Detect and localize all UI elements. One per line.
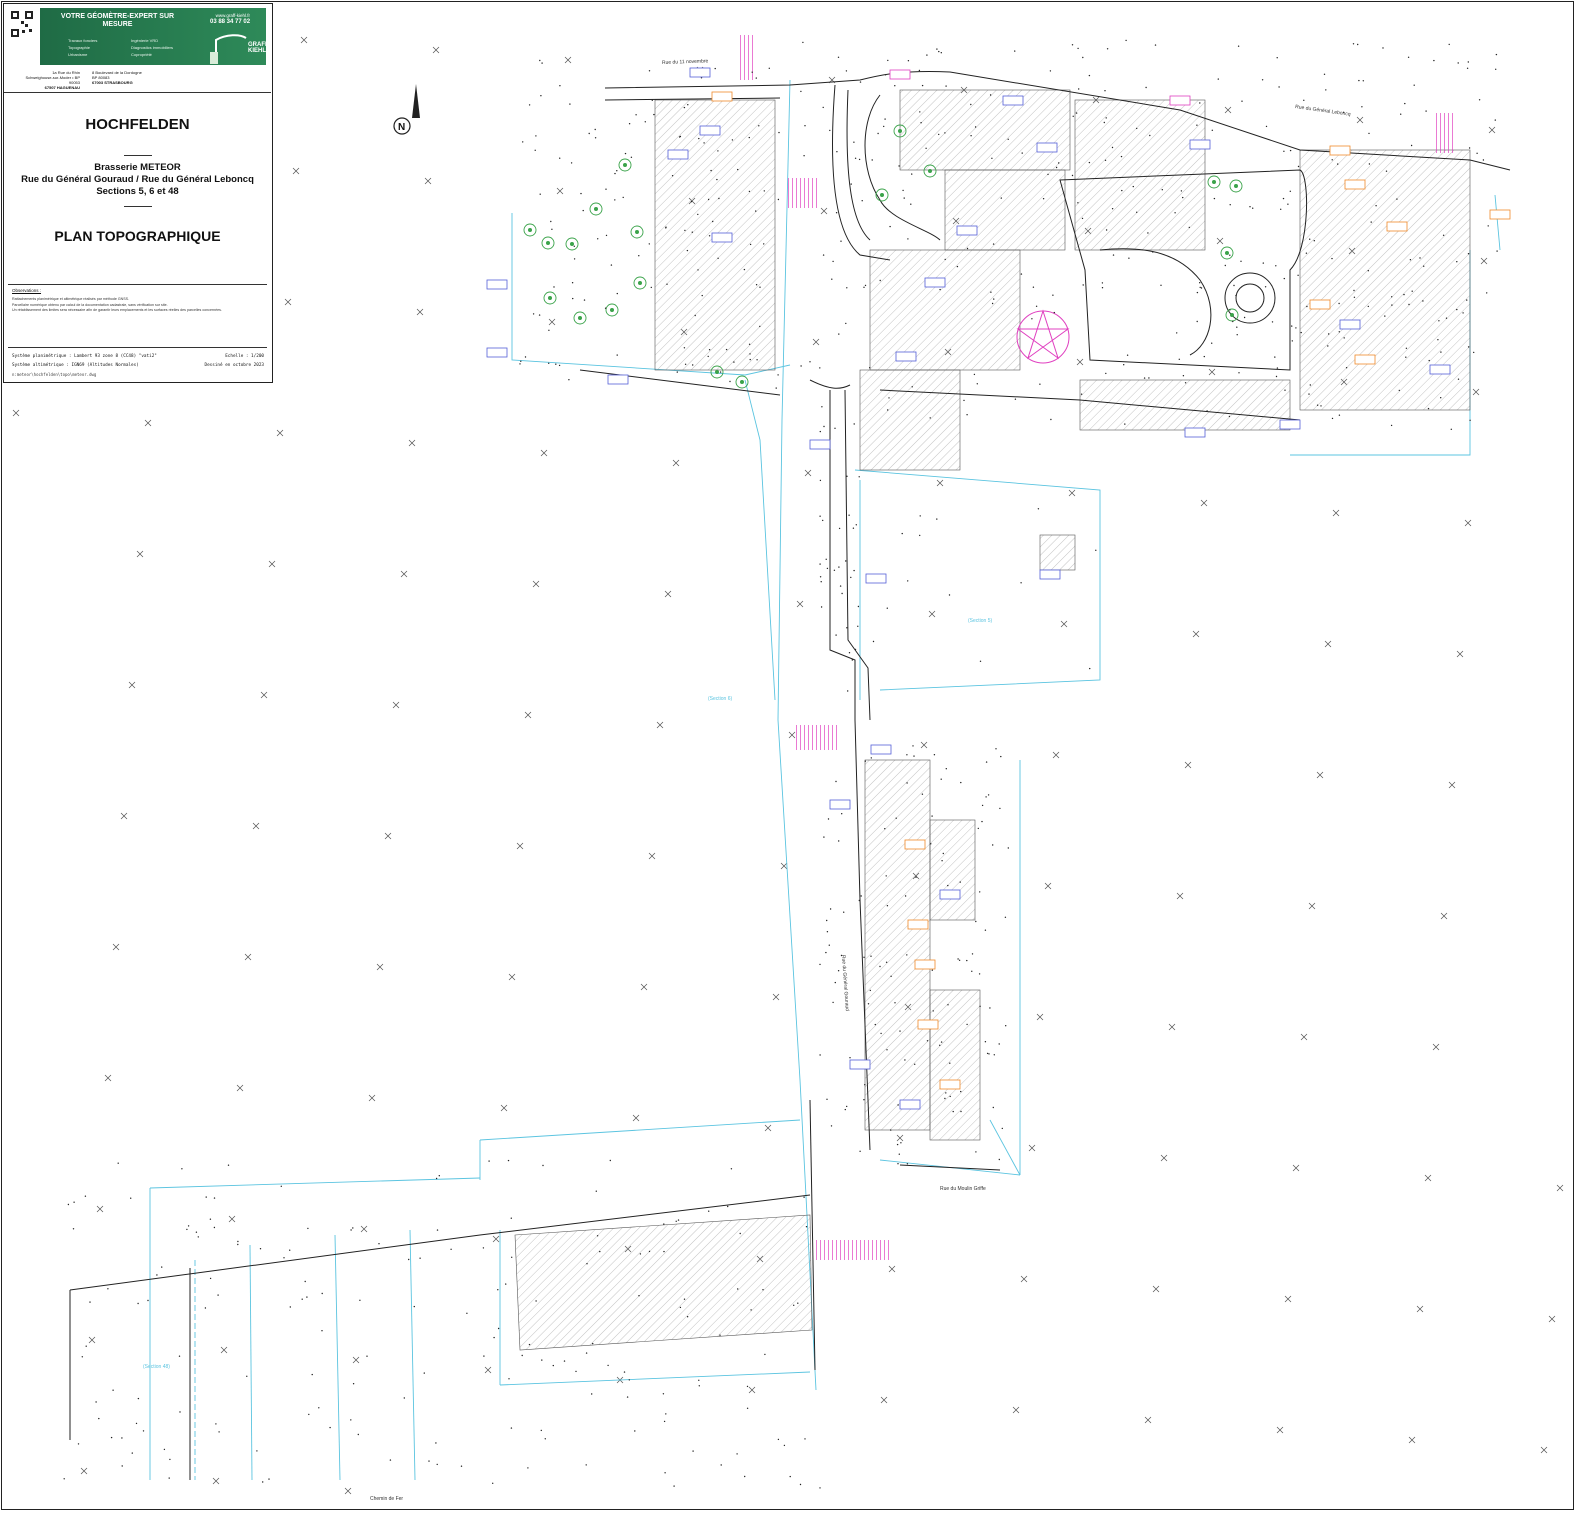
observation-line: Un rétablissement des limites sera néces…: [12, 308, 222, 312]
file-path: n:meteor\hochfelden\topo\meteor.dwg: [12, 372, 97, 377]
divider: [124, 155, 152, 156]
observations-label: Observations :: [12, 288, 42, 293]
service-item: Ingénierie VRD: [131, 38, 159, 43]
observations-box: Observations : Rattachements planimétriq…: [8, 284, 267, 348]
office-haguenau: 1a Rue du Rhin Schweighouse-sur-Moder • …: [16, 70, 80, 90]
firm-header: VOTRE GÉOMÈTRE-EXPERT SUR MESURE Travaux…: [4, 4, 271, 93]
firm-contact: www.graff-kiehl.fr 03 88 34 77 02: [210, 12, 250, 26]
firm-logo-text: GRAFF KIEHL: [248, 42, 269, 54]
system-planimetric: Système planimétrique : Lambert 93 zone …: [12, 354, 157, 359]
project-sections: Sections 5, 6 et 48: [96, 186, 179, 197]
firm-phone: 03 88 34 77 02: [210, 19, 251, 25]
service-item: Copropriété: [131, 52, 152, 57]
firm-website[interactable]: www.graff-kiehl.fr: [210, 12, 250, 19]
firm-banner: VOTRE GÉOMÈTRE-EXPERT SUR MESURE Travaux…: [40, 8, 269, 65]
address-line: 67507 HAGUENAU: [44, 85, 80, 90]
topographic-plan-sheet: Rue du 11 novembre Rue du Général Lebonc…: [0, 0, 1577, 1513]
project-name: Brasserie METEOR: [94, 162, 181, 173]
service-item: Urbanisme: [68, 52, 88, 57]
office-strasbourg: 8 Boulevard de la Dordogne BP 80083 6700…: [92, 70, 142, 85]
title-block: VOTRE GÉOMÈTRE-EXPERT SUR MESURE Travaux…: [3, 3, 273, 383]
observations-text: Rattachements planimétrique et altimétri…: [12, 297, 262, 314]
address-line: Schweighouse-sur-Moder • BP 90053: [25, 75, 80, 85]
banner-title: VOTRE GÉOMÈTRE-EXPERT SUR MESURE: [60, 13, 175, 28]
service-item: Travaux fonciers: [68, 38, 98, 43]
service-item: Diagnostics immobiliers: [131, 45, 174, 50]
qr-code-icon[interactable]: [10, 10, 34, 38]
plan-title: PLAN TOPOGRAPHIQUE: [54, 228, 221, 244]
divider: [124, 206, 152, 207]
service-item: Topographie: [68, 45, 91, 50]
drawn-date: Dessiné en octobre 2023: [204, 363, 265, 368]
address-line: 67003 STRASBOURG: [92, 80, 133, 85]
scale-label: Echelle : 1/200: [225, 354, 264, 359]
system-altimetric: Système altimétrique : IGN69 (Altitudes …: [12, 363, 139, 368]
project-streets: Rue du Général Gouraud / Rue du Général …: [21, 174, 254, 185]
city-title: HOCHFELDEN: [85, 116, 190, 133]
service-list: Travaux fonciers Topographie Urbanisme I…: [68, 37, 188, 58]
